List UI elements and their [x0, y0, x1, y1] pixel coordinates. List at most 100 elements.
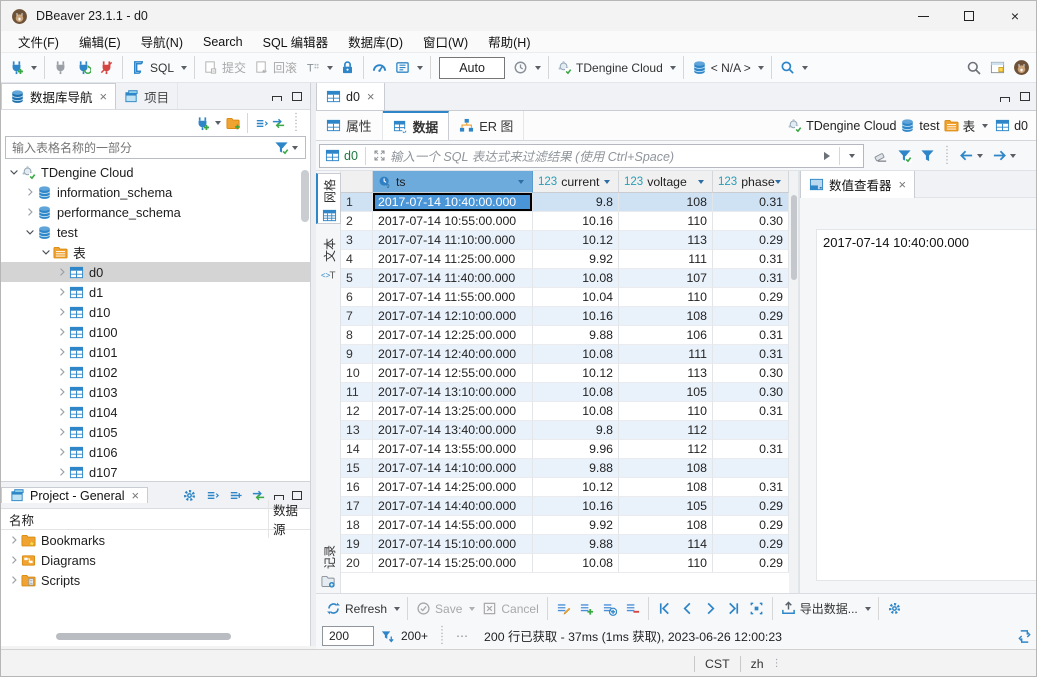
cell-18-voltage[interactable]: 108 — [619, 516, 713, 535]
row-number-1[interactable]: 1 — [341, 193, 373, 212]
fetch-more-label[interactable]: 200+ — [401, 629, 428, 643]
search-gray-button[interactable] — [962, 57, 986, 79]
plug-off-button[interactable] — [95, 57, 118, 78]
close-icon[interactable]: × — [131, 489, 139, 502]
project-item-Bookmarks[interactable]: Bookmarks — [1, 530, 310, 550]
minimize-button[interactable] — [900, 1, 946, 31]
column-header-phase[interactable]: 123phase — [713, 171, 789, 193]
breadcrumb-TDengine Cloud[interactable]: TDengine Cloud — [787, 118, 896, 133]
history-button[interactable] — [509, 57, 532, 78]
cell-2-phase[interactable]: 0.30 — [713, 212, 789, 231]
tree-item-d101[interactable]: d101 — [1, 342, 310, 362]
row-number-6[interactable]: 6 — [341, 288, 373, 307]
row-number-10[interactable]: 10 — [341, 364, 373, 383]
tree-item-d103[interactable]: d103 — [1, 382, 310, 402]
plug-refresh-button[interactable] — [72, 57, 95, 78]
link-with-editor-icon[interactable] — [271, 116, 286, 131]
tree-item-information_schema[interactable]: information_schema — [1, 182, 310, 202]
fetch-size-input[interactable]: 200 — [322, 626, 374, 646]
cell-20-ts[interactable]: 2017-07-14 15:25:00.000 — [373, 554, 533, 573]
txn-log-button[interactable]: T — [301, 57, 324, 78]
row-number-16[interactable]: 16 — [341, 478, 373, 497]
cell-10-current[interactable]: 10.12 — [533, 364, 619, 383]
cell-8-voltage[interactable]: 106 — [619, 326, 713, 345]
cell-17-ts[interactable]: 2017-07-14 14:40:00.000 — [373, 497, 533, 516]
filters-icon[interactable] — [920, 148, 935, 163]
filter-icon[interactable] — [274, 140, 289, 155]
cell-14-current[interactable]: 9.96 — [533, 440, 619, 459]
row-number-20[interactable]: 20 — [341, 554, 373, 573]
cell-7-ts[interactable]: 2017-07-14 12:10:00.000 — [373, 307, 533, 326]
row-number-18[interactable]: 18 — [341, 516, 373, 535]
chevron-right-icon[interactable] — [7, 534, 21, 546]
cell-19-ts[interactable]: 2017-07-14 15:10:00.000 — [373, 535, 533, 554]
row-number-14[interactable]: 14 — [341, 440, 373, 459]
gear-icon[interactable] — [182, 488, 197, 503]
value-viewer-content[interactable]: 2017-07-14 10:40:00.000 — [816, 229, 1037, 581]
chevron-down-icon[interactable] — [1010, 154, 1016, 158]
cell-13-current[interactable]: 9.8 — [533, 421, 619, 440]
cell-15-current[interactable]: 9.88 — [533, 459, 619, 478]
panel-maximize-icon[interactable] — [292, 92, 302, 101]
project-item-Diagrams[interactable]: Diagrams — [1, 550, 310, 570]
expand-filter-icon[interactable] — [373, 149, 386, 162]
cell-17-current[interactable]: 10.16 — [533, 497, 619, 516]
column-filter-icon[interactable] — [775, 180, 781, 184]
row-number-12[interactable]: 12 — [341, 402, 373, 421]
cell-18-phase[interactable]: 0.29 — [713, 516, 789, 535]
link-with-editor-icon[interactable] — [251, 488, 266, 503]
tree-item-d102[interactable]: d102 — [1, 362, 310, 382]
chevron-right-icon[interactable] — [23, 186, 37, 198]
menu-帮助(H)[interactable]: 帮助(H) — [479, 30, 539, 53]
cell-9-phase[interactable]: 0.31 — [713, 345, 789, 364]
view-tab-记录[interactable]: 记录 — [316, 540, 341, 589]
chevron-down-icon[interactable] — [394, 607, 400, 611]
plug-new-button[interactable] — [5, 57, 28, 78]
cell-9-current[interactable]: 10.08 — [533, 345, 619, 364]
close-icon[interactable]: × — [899, 178, 907, 191]
add-row-button[interactable] — [575, 598, 598, 619]
close-button[interactable]: × — [992, 1, 1037, 31]
cell-6-voltage[interactable]: 110 — [619, 288, 713, 307]
cell-9-voltage[interactable]: 111 — [619, 345, 713, 364]
tree-item-d104[interactable]: d104 — [1, 402, 310, 422]
view-tab-网格[interactable]: 网格 — [316, 173, 341, 224]
< N/A >-button[interactable]: < N/A > — [688, 57, 755, 78]
chevron-down-icon[interactable] — [670, 66, 676, 70]
editor-tab-d0[interactable]: d0 × — [316, 83, 385, 110]
column-header-ts[interactable]: 9ts — [373, 171, 533, 193]
cell-2-voltage[interactable]: 110 — [619, 212, 713, 231]
cell-2-ts[interactable]: 2017-07-14 10:55:00.000 — [373, 212, 533, 231]
row-number-17[interactable]: 17 — [341, 497, 373, 516]
project-item-Scripts[interactable]: Scripts — [1, 570, 310, 590]
cell-10-phase[interactable]: 0.30 — [713, 364, 789, 383]
cell-16-voltage[interactable]: 108 — [619, 478, 713, 497]
chevron-down-icon[interactable] — [758, 66, 764, 70]
cell-18-current[interactable]: 9.92 — [533, 516, 619, 535]
menu-Search[interactable]: Search — [194, 33, 252, 51]
cell-3-voltage[interactable]: 113 — [619, 231, 713, 250]
clear-filter-icon[interactable] — [874, 148, 889, 163]
cell-14-ts[interactable]: 2017-07-14 13:55:00.000 — [373, 440, 533, 459]
row-number-19[interactable]: 19 — [341, 535, 373, 554]
tree-item-performance_schema[interactable]: performance_schema — [1, 202, 310, 222]
row-number-3[interactable]: 3 — [341, 231, 373, 250]
tree-item-test[interactable]: test — [1, 222, 310, 242]
cell-12-current[interactable]: 10.08 — [533, 402, 619, 421]
language-indicator[interactable]: zh — [751, 657, 764, 671]
navigator-filter-input[interactable] — [10, 140, 274, 156]
cell-1-voltage[interactable]: 108 — [619, 193, 713, 212]
cell-18-ts[interactable]: 2017-07-14 14:55:00.000 — [373, 516, 533, 535]
cell-5-voltage[interactable]: 107 — [619, 269, 713, 288]
chevron-right-icon[interactable] — [7, 574, 21, 586]
cell-20-phase[interactable]: 0.29 — [713, 554, 789, 573]
cancel-button[interactable]: Cancel — [478, 598, 542, 619]
navigator-filter[interactable] — [5, 136, 306, 159]
cell-4-voltage[interactable]: 111 — [619, 250, 713, 269]
sql-filter-field[interactable]: d0 输入一个 SQL 表达式来过滤结果 (使用 Ctrl+Space) — [319, 144, 864, 168]
maximize-button[interactable] — [946, 1, 992, 31]
tab-project-general[interactable]: Project - General × — [1, 487, 148, 503]
breadcrumb-d0[interactable]: d0 — [995, 118, 1028, 133]
chevron-right-icon[interactable] — [55, 266, 69, 278]
chevron-down-icon[interactable] — [535, 66, 541, 70]
